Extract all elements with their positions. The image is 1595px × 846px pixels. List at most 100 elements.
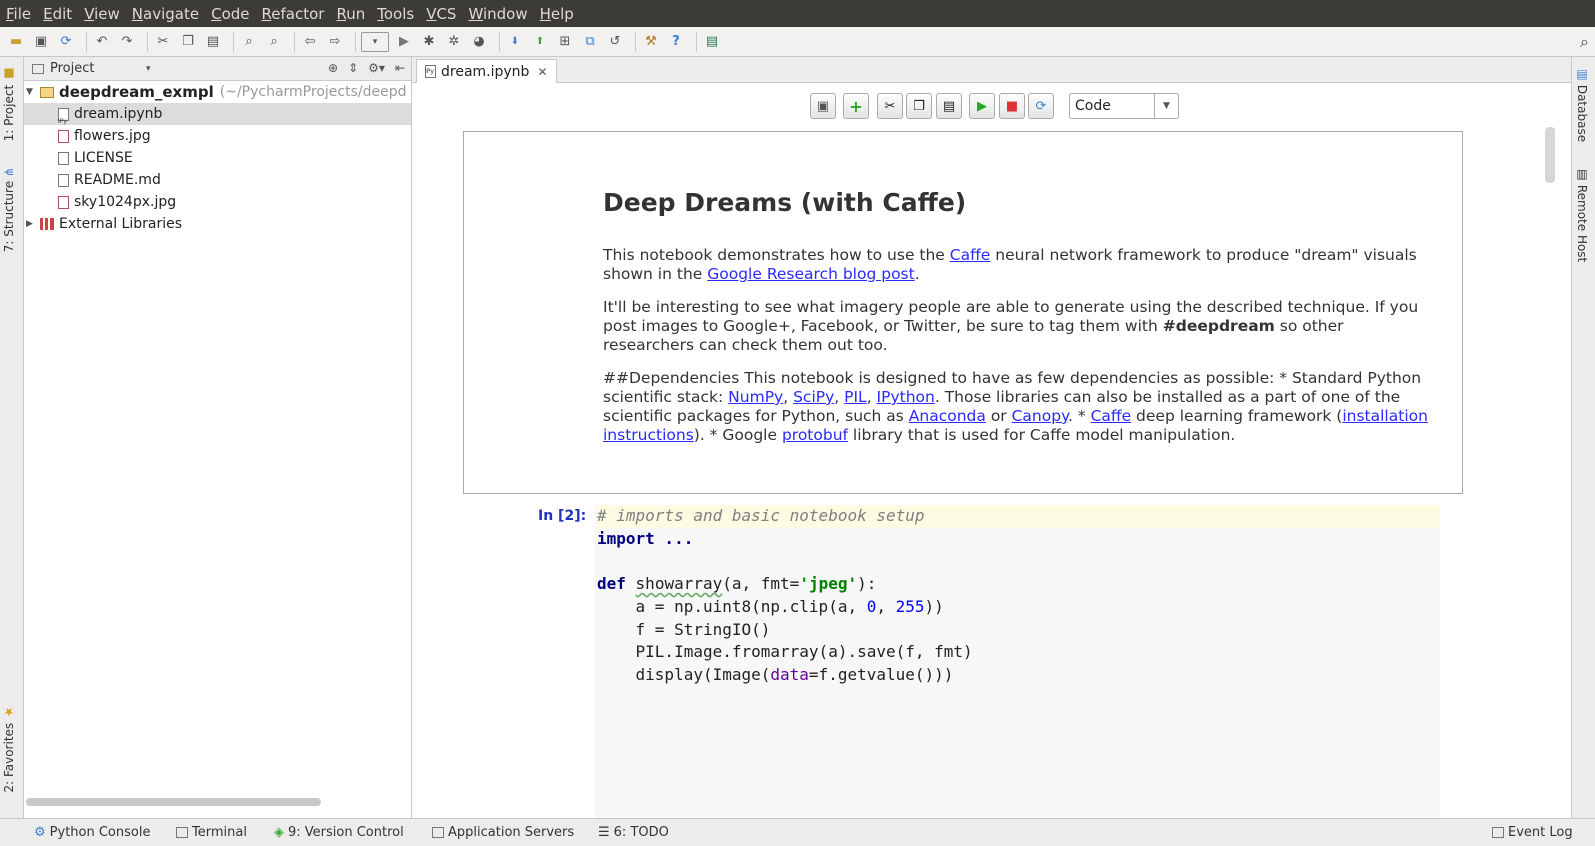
- link-caffe[interactable]: Caffe: [950, 246, 991, 264]
- close-icon[interactable]: ✕: [537, 65, 547, 79]
- sync-icon[interactable]: ⟳: [56, 32, 76, 52]
- cell-type-select[interactable]: Code ▼: [1069, 93, 1179, 119]
- tree-root-folder[interactable]: ▼ deepdream_exmpl (~/PycharmProjects/dee…: [26, 81, 406, 103]
- terminal-label: Terminal: [192, 825, 247, 840]
- python-console-button[interactable]: ⚙ Python Console: [34, 825, 150, 840]
- profile-icon[interactable]: ◕: [469, 32, 489, 52]
- project-view-selector[interactable]: Project: [50, 61, 94, 76]
- tree-file-readme-md[interactable]: README.md: [58, 169, 161, 191]
- toolbar-separator: [86, 31, 87, 52]
- menu-tools[interactable]: Tools: [377, 5, 414, 23]
- chevron-down-icon[interactable]: ▾: [146, 64, 151, 74]
- paste-icon[interactable]: ▤: [203, 32, 223, 52]
- link-scipy[interactable]: SciPy: [793, 388, 834, 406]
- paste-cell-button[interactable]: ▤: [936, 93, 962, 119]
- todo-button[interactable]: ☰ 6: TODO: [598, 825, 669, 840]
- menu-view[interactable]: View: [84, 5, 120, 23]
- scroll-from-source-icon[interactable]: ⊕: [328, 61, 338, 75]
- menu-navigate[interactable]: Navigate: [132, 5, 199, 23]
- tree-file-dream-ipynb[interactable]: dream.ipynb: [24, 103, 411, 133]
- menu-refactor[interactable]: Refactor: [262, 5, 325, 23]
- structure-tool-tab[interactable]: 7: Structure ⋔: [2, 167, 16, 252]
- link-canopy[interactable]: Canopy: [1012, 407, 1068, 425]
- code-editor[interactable]: # imports and basic notebook setup import…: [595, 505, 1440, 818]
- hide-panel-icon[interactable]: ⇤: [395, 61, 405, 75]
- cut-icon[interactable]: ✂: [153, 32, 173, 52]
- todo-label: 6: TODO: [613, 825, 669, 840]
- python-console-icon[interactable]: ▤: [702, 32, 722, 52]
- tree-file-sky1024px-jpg[interactable]: sky1024px.jpg: [58, 191, 176, 213]
- database-tool-tab[interactable]: ▤ Database: [1575, 67, 1589, 142]
- remote-host-tool-tab[interactable]: ▥ Remote Host: [1575, 167, 1589, 262]
- coverage-icon[interactable]: ✲: [444, 32, 464, 52]
- redo-icon[interactable]: ↷: [117, 32, 137, 52]
- library-icon: [40, 218, 54, 230]
- menu-help[interactable]: Help: [540, 5, 574, 23]
- link-caffe-framework[interactable]: Caffe: [1091, 407, 1132, 425]
- run-config-dropdown-icon[interactable]: ▾: [361, 31, 389, 52]
- settings-icon[interactable]: ⚒: [641, 32, 661, 52]
- run-cell-button[interactable]: ▶: [969, 93, 995, 119]
- project-tool-tab[interactable]: 1: Project ■: [2, 67, 16, 141]
- vcs-revert-icon[interactable]: ↺: [605, 32, 625, 52]
- menu-code[interactable]: Code: [211, 5, 249, 23]
- restart-kernel-button[interactable]: ⟳: [1028, 93, 1054, 119]
- copy-cell-button[interactable]: ❐: [906, 93, 932, 119]
- event-log-button[interactable]: Event Log: [1492, 825, 1573, 840]
- help-icon[interactable]: ?: [666, 32, 686, 52]
- terminal-button[interactable]: Terminal: [176, 825, 247, 840]
- replace-icon[interactable]: ⌕: [264, 32, 284, 52]
- collapse-all-icon[interactable]: ⇕: [348, 61, 358, 75]
- open-folder-icon[interactable]: ▬: [6, 32, 26, 52]
- copy-icon[interactable]: ❐: [178, 32, 198, 52]
- markdown-cell[interactable]: Deep Dreams (with Caffe) This notebook d…: [463, 131, 1463, 494]
- expand-arrow-icon[interactable]: ▶: [26, 213, 40, 235]
- menu-run[interactable]: Run: [336, 5, 365, 23]
- gear-icon[interactable]: ⚙▾: [368, 61, 385, 75]
- link-ipython[interactable]: IPython: [877, 388, 935, 406]
- star-icon: ★: [2, 705, 16, 719]
- toolbar-separator: [147, 31, 148, 52]
- version-control-button[interactable]: ◈ 9: Version Control: [274, 825, 404, 840]
- tree-external-libraries[interactable]: ▶ External Libraries: [26, 213, 182, 235]
- search-everywhere-icon[interactable]: ⌕: [1580, 32, 1589, 52]
- link-google-research-blog[interactable]: Google Research blog post: [707, 265, 914, 283]
- code-cell[interactable]: In [2]: # imports and basic notebook set…: [412, 505, 1571, 818]
- chevron-down-icon[interactable]: ▼: [1154, 94, 1178, 118]
- back-icon[interactable]: ⇦: [300, 32, 320, 52]
- tab-dream-ipynb[interactable]: dream.ipynb ✕: [416, 59, 557, 83]
- vcs-update-icon[interactable]: ⬇: [505, 32, 525, 52]
- vertical-scrollbar[interactable]: [1545, 127, 1555, 183]
- horizontal-scrollbar[interactable]: [26, 798, 321, 806]
- forward-icon[interactable]: ⇨: [325, 32, 345, 52]
- cell-prompt: In [2]:: [538, 508, 587, 524]
- link-anaconda[interactable]: Anaconda: [909, 407, 986, 425]
- link-numpy[interactable]: NumPy: [728, 388, 783, 406]
- add-cell-button[interactable]: +: [843, 93, 869, 119]
- save-all-icon[interactable]: ▣: [31, 32, 51, 52]
- link-pil[interactable]: PIL: [844, 388, 867, 406]
- cut-cell-button[interactable]: ✂: [877, 93, 903, 119]
- menu-edit[interactable]: Edit: [43, 5, 72, 23]
- find-icon[interactable]: ⌕: [239, 32, 259, 52]
- run-icon[interactable]: ▶: [394, 32, 414, 52]
- debug-icon[interactable]: ✱: [419, 32, 439, 52]
- menu-file[interactable]: File: [6, 5, 31, 23]
- tree-file-flowers-jpg[interactable]: flowers.jpg: [58, 125, 151, 147]
- undo-icon[interactable]: ↶: [92, 32, 112, 52]
- application-servers-button[interactable]: Application Servers: [432, 825, 574, 840]
- save-notebook-button[interactable]: ▣: [810, 93, 836, 119]
- menu-window[interactable]: Window: [468, 5, 527, 23]
- vcs-commit-icon[interactable]: ⬆: [530, 32, 550, 52]
- menu-vcs[interactable]: VCS: [426, 5, 456, 23]
- image-file-icon: [58, 195, 69, 209]
- tree-file-license[interactable]: LICENSE: [58, 147, 133, 169]
- vcs-compare-icon[interactable]: ⧉: [580, 32, 600, 52]
- favorites-tool-tab[interactable]: 2: Favorites ★: [2, 705, 16, 793]
- link-protobuf[interactable]: protobuf: [782, 426, 848, 444]
- interrupt-kernel-button[interactable]: ■: [999, 93, 1025, 119]
- code-folded[interactable]: ...: [655, 529, 693, 548]
- project-view-icon: [32, 63, 44, 74]
- expand-arrow-icon[interactable]: ▼: [26, 81, 40, 103]
- vcs-history-icon[interactable]: ⊞: [555, 32, 575, 52]
